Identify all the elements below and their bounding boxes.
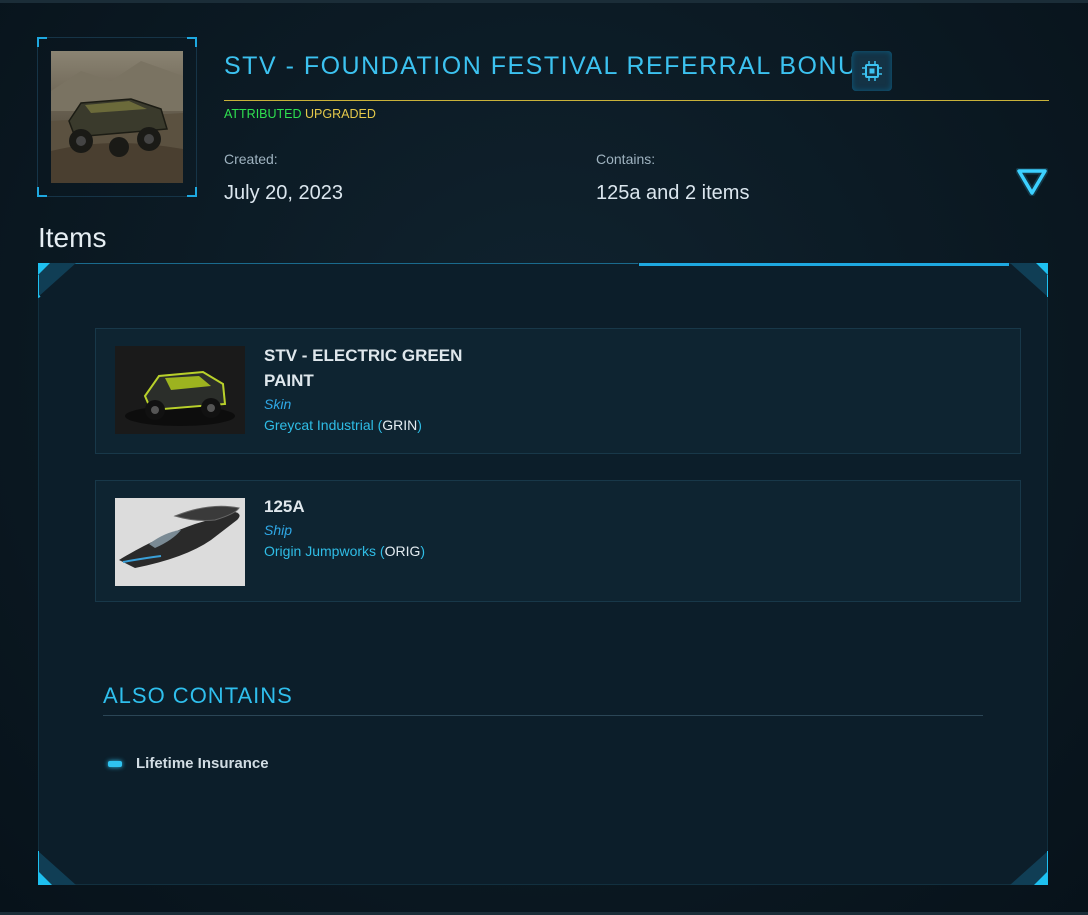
status-badges: ATTRIBUTED UPGRADED xyxy=(224,107,376,121)
item-manufacturer: Greycat Industrial (GRIN) xyxy=(264,417,422,433)
item-name: STV - ELECTRIC GREEN PAINT xyxy=(264,346,463,390)
status-attributed: ATTRIBUTED xyxy=(224,107,302,121)
manufacturer-name: Origin Jumpworks xyxy=(264,543,377,559)
also-contains-item: Lifetime Insurance xyxy=(136,755,269,772)
item-card[interactable]: STV - ELECTRIC GREEN PAINT Skin Greycat … xyxy=(95,328,1021,454)
title-divider xyxy=(224,100,1049,101)
manufacturer-code: GRIN xyxy=(382,417,418,433)
items-section-title: Items xyxy=(38,222,107,253)
created-value: July 20, 2023 xyxy=(224,182,343,204)
pledge-title: STV - FOUNDATION FESTIVAL REFERRAL BONUS xyxy=(224,52,876,80)
status-upgraded: UPGRADED xyxy=(305,107,376,121)
also-contains-divider xyxy=(103,715,983,716)
expand-button[interactable] xyxy=(1015,167,1049,197)
item-thumbnail xyxy=(115,498,245,586)
panel-corner-top-left xyxy=(38,263,76,299)
panel-top-line xyxy=(38,263,638,264)
manufacturer-code: ORIG xyxy=(384,543,421,559)
item-type: Ship xyxy=(264,522,293,538)
manufacturer-name: Greycat Industrial xyxy=(264,417,374,433)
item-card[interactable]: 125A Ship Origin Jumpworks (ORIG) xyxy=(95,480,1021,602)
pledge-image xyxy=(51,51,183,183)
item-type: Skin xyxy=(264,396,292,412)
pledge-thumbnail-frame xyxy=(37,37,197,197)
panel-corner-bottom-left xyxy=(38,851,76,885)
chip-icon xyxy=(862,61,882,81)
panel-corner-bottom-right xyxy=(1010,851,1048,885)
panel-corner-top-right xyxy=(1010,263,1048,297)
panel-top-accent xyxy=(639,263,1009,266)
item-name: 125A xyxy=(264,497,305,516)
created-label: Created: xyxy=(224,151,278,167)
contains-value: 125a and 2 items xyxy=(596,182,750,204)
top-divider xyxy=(0,0,1088,3)
item-thumbnail xyxy=(115,346,245,434)
chip-button[interactable] xyxy=(852,51,892,91)
bullet-icon xyxy=(108,761,122,767)
triangle-down-icon xyxy=(1015,167,1049,197)
item-manufacturer: Origin Jumpworks (ORIG) xyxy=(264,543,426,559)
contains-label: Contains: xyxy=(596,151,656,167)
also-contains-title: ALSO CONTAINS xyxy=(103,683,293,708)
